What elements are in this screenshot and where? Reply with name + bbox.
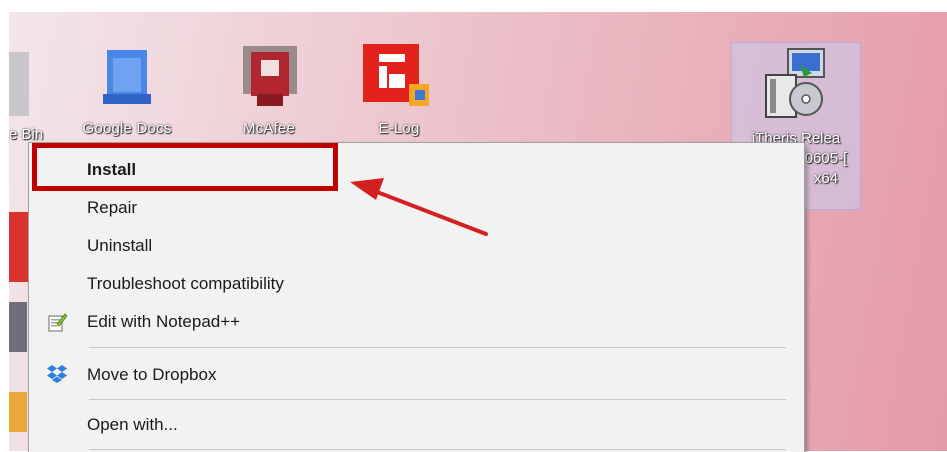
menu-item-label: Open with... <box>87 415 178 434</box>
dropbox-icon <box>47 365 67 383</box>
setup-installer-icon <box>765 48 825 118</box>
menu-item-open-with[interactable]: Open with... <box>29 407 804 443</box>
menu-item-troubleshoot-compatibility[interactable]: Troubleshoot compatibility <box>29 266 804 302</box>
app-icon-fragment[interactable] <box>9 212 29 282</box>
menu-item-repair[interactable]: Repair <box>29 190 804 226</box>
desktop-icon-label: McAfee <box>242 120 296 137</box>
menu-item-edit-with-notepad[interactable]: Edit with Notepad++ <box>29 304 804 340</box>
menu-separator <box>89 449 786 450</box>
menu-item-label: Uninstall <box>87 236 153 255</box>
google-docs-icon <box>103 50 151 108</box>
desktop-icon-label: Google Docs <box>82 120 172 137</box>
app-icon-fragment[interactable] <box>9 302 27 352</box>
menu-separator <box>89 347 786 348</box>
menu-item-label: Move to Dropbox <box>87 365 217 384</box>
elog-icon <box>363 44 429 110</box>
annotation-highlight-box <box>32 143 338 191</box>
mcafee-icon <box>243 46 297 108</box>
desktop-icon-label: e Bin <box>9 126 44 143</box>
desktop-icon-label: E-Log <box>378 120 420 137</box>
menu-item-label: Troubleshoot compatibility <box>87 274 284 293</box>
chrome-icon[interactable] <box>9 392 27 432</box>
menu-item-uninstall[interactable]: Uninstall <box>29 228 804 264</box>
menu-item-label: Repair <box>87 198 138 217</box>
menu-item-move-to-dropbox[interactable]: Move to Dropbox <box>29 357 804 393</box>
menu-separator <box>89 399 786 400</box>
menu-item-label: Edit with Notepad++ <box>87 312 241 331</box>
recycle-bin-icon[interactable] <box>9 52 29 116</box>
notepad-plus-plus-icon <box>48 313 67 332</box>
